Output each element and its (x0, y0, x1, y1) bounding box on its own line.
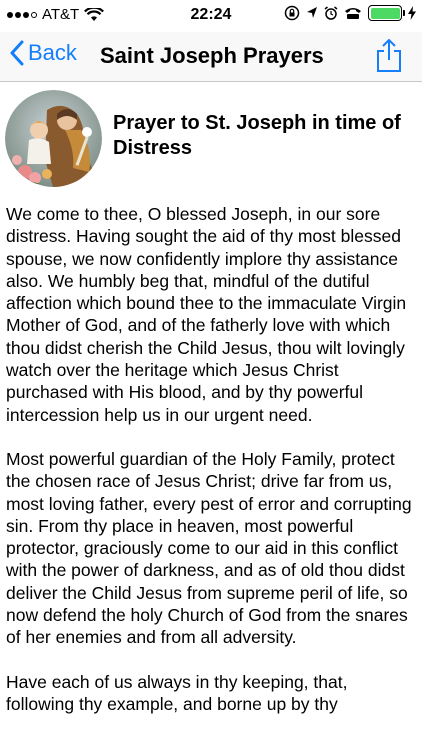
status-bar: AT&T 22:24 (0, 0, 422, 32)
chevron-left-icon (10, 40, 24, 66)
prayer-body: We come to thee, O blessed Joseph, in ou… (6, 203, 418, 737)
back-label: Back (28, 40, 77, 65)
share-button[interactable] (376, 38, 402, 78)
prayer-paragraph: Have each of us always in thy keeping, t… (6, 671, 348, 714)
navigation-bar: Back Saint Joseph Prayers (0, 32, 422, 82)
status-right (284, 5, 416, 21)
share-icon (377, 38, 401, 72)
prayer-paragraph: Most powerful guardian of the Holy Famil… (6, 448, 412, 648)
location-icon (307, 7, 317, 18)
battery-level (370, 7, 400, 19)
screen-lock-icon (284, 5, 300, 21)
saint-joseph-image (5, 90, 102, 187)
alarm-icon (324, 6, 338, 20)
charging-icon (408, 6, 416, 20)
tty-icon (345, 8, 361, 19)
prayer-paragraph: We come to thee, O blessed Joseph, in ou… (6, 204, 407, 425)
back-button[interactable]: Back (10, 40, 77, 66)
nav-title: Saint Joseph Prayers (100, 43, 324, 68)
content-scroll-area[interactable]: Prayer to St. Joseph in time of Distress… (0, 82, 422, 750)
prayer-title: Prayer to St. Joseph in time of Distress (113, 112, 401, 159)
battery-icon (368, 5, 405, 21)
prayer-header (5, 90, 102, 187)
